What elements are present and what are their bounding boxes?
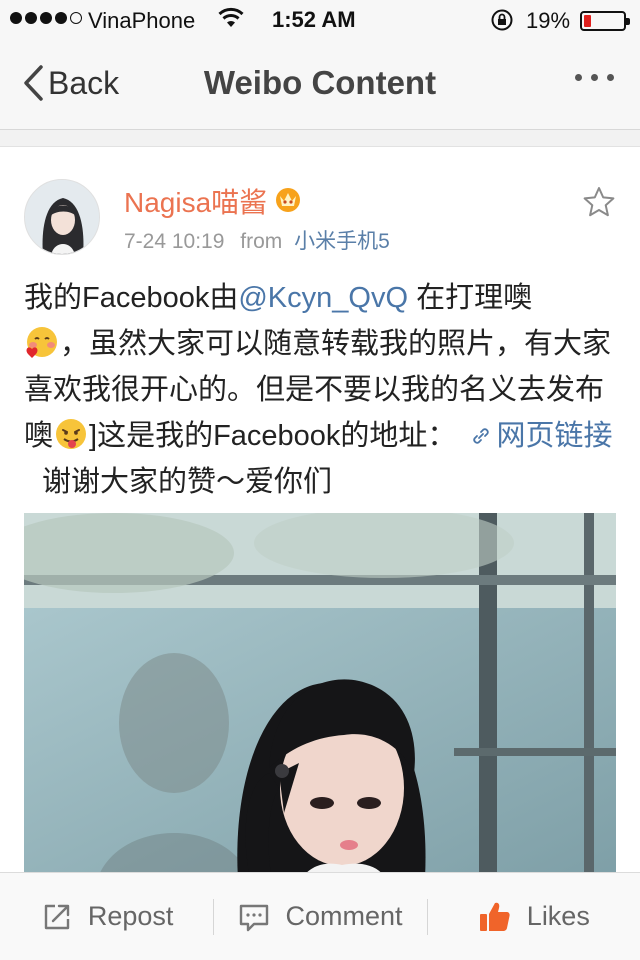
webpage-link-label: 网页链接 (496, 420, 613, 452)
post-timestamp: 7-24 10:19 (124, 230, 225, 253)
tongue-face-emoji-icon (53, 416, 89, 452)
post-card: Nagisa喵酱 7-24 10:19 from 小米手机5 我的Faceboo… (0, 146, 640, 876)
post-text-2: 在打理噢 (408, 282, 533, 314)
comment-button[interactable]: Comment (213, 873, 426, 960)
clock: 1:52 AM (272, 7, 356, 32)
post-text-4: ]这是我的Facebook的地址： (89, 420, 457, 452)
post-body: 我的Facebook由@Kcyn_QvQ 在打理噢 ，虽然大家可以随意转载我的照… (24, 275, 620, 505)
love-face-emoji-icon (24, 324, 60, 360)
status-bar: VinaPhone 1:52 AM 19% (0, 0, 640, 40)
post-source[interactable]: 小米手机5 (294, 230, 390, 253)
repost-icon (44, 904, 70, 929)
webpage-link[interactable]: 网页链接 (470, 420, 612, 452)
post-text-1: 我的Facebook由 (24, 282, 239, 314)
post-photo[interactable] (24, 513, 616, 876)
repost-button[interactable]: Repost (0, 873, 213, 960)
signal-strength-icon (10, 12, 82, 24)
chevron-left-icon (24, 65, 43, 101)
bottom-toolbar: Repost Comment Likes (0, 872, 640, 960)
nav-bar: Back Weibo Content (0, 40, 640, 130)
rotation-lock-icon (490, 8, 514, 38)
post-text-5: 谢谢大家的赞～爱你们 (42, 466, 333, 498)
post-meta: 7-24 10:19 from 小米手机5 (124, 225, 390, 255)
likes-label: Likes (526, 901, 590, 931)
more-options-icon[interactable] (575, 74, 614, 81)
mention-link[interactable]: @Kcyn_QvQ (238, 282, 408, 314)
thumbs-up-icon (479, 902, 510, 931)
favorite-star-icon[interactable] (582, 185, 616, 224)
avatar[interactable] (24, 179, 100, 255)
vip-crown-icon (273, 184, 303, 219)
carrier-name: VinaPhone (88, 8, 196, 33)
wifi-icon (218, 7, 244, 35)
from-label: from (240, 230, 283, 253)
back-label: Back (48, 64, 120, 101)
comment-icon (240, 904, 269, 931)
username[interactable]: Nagisa喵酱 (124, 181, 267, 221)
repost-label: Repost (87, 901, 174, 931)
back-button[interactable]: Back (22, 64, 119, 102)
comment-label: Comment (285, 901, 403, 931)
username-row: Nagisa喵酱 (124, 181, 303, 221)
battery-percent: 19% (526, 8, 571, 33)
likes-button[interactable]: Likes (427, 873, 640, 960)
battery-icon (580, 11, 630, 31)
link-icon (473, 428, 490, 444)
